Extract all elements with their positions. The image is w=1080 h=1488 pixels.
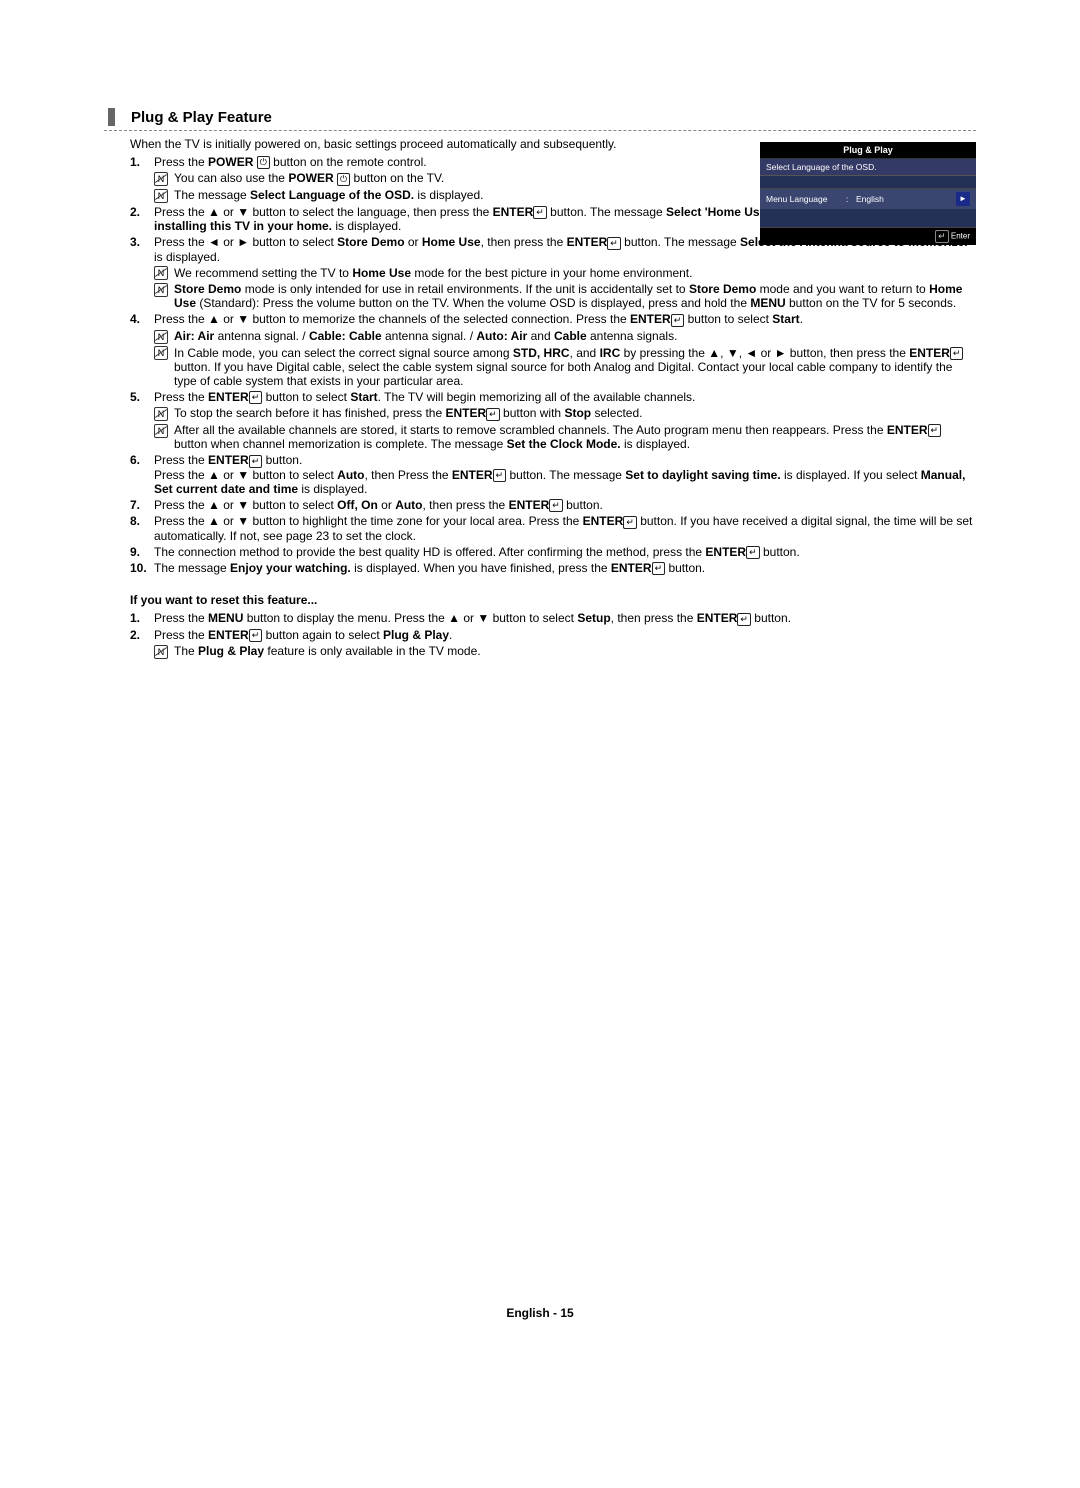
enter-icon: ↵ xyxy=(533,206,547,219)
enter-icon: ↵ xyxy=(737,613,751,626)
note-icon: N xyxy=(154,189,168,203)
enter-icon: ↵ xyxy=(486,408,500,421)
power-icon: ⏻ xyxy=(337,173,350,186)
step-8: 8. Press the ▲ or ▼ button to highlight … xyxy=(130,514,976,542)
step-6: 6. Press the ENTER↵ button. Press the ▲ … xyxy=(130,453,976,496)
enter-icon: ↵ xyxy=(950,347,964,360)
enter-icon: ↵ xyxy=(935,230,949,243)
note-icon: N xyxy=(154,407,168,421)
enter-icon: ↵ xyxy=(549,499,563,512)
step-10: 10. The message Enjoy your watching. is … xyxy=(130,561,976,575)
osd-title: Plug & Play xyxy=(760,142,976,159)
note-icon: N xyxy=(154,330,168,344)
enter-icon: ↵ xyxy=(493,469,507,482)
step-5: 5. Press the ENTER↵ button to select Sta… xyxy=(130,390,976,451)
enter-icon: ↵ xyxy=(607,237,621,250)
step-4: 4. Press the ▲ or ▼ button to memorize t… xyxy=(130,312,976,387)
enter-icon: ↵ xyxy=(671,314,685,327)
power-icon: ⏻ xyxy=(257,156,270,169)
enter-icon: ↵ xyxy=(623,516,637,529)
note-icon: N xyxy=(154,424,168,438)
section-divider xyxy=(104,130,976,131)
osd-menu-row: Menu Language : English ► xyxy=(760,189,976,209)
enter-icon: ↵ xyxy=(652,562,666,575)
enter-icon: ↵ xyxy=(928,424,942,437)
step-7: 7. Press the ▲ or ▼ button to select Off… xyxy=(130,498,976,512)
note-icon: N xyxy=(154,172,168,186)
intro-text: When the TV is initially powered on, bas… xyxy=(130,137,830,151)
reset-heading: If you want to reset this feature... xyxy=(130,593,976,607)
note-icon: N xyxy=(154,346,168,360)
step-2: 2. Press the ▲ or ▼ button to select the… xyxy=(130,205,830,233)
osd-preview: Plug & Play Select Language of the OSD. … xyxy=(760,142,976,245)
note-icon: N xyxy=(154,283,168,297)
reset-step-1: 1. Press the MENU button to display the … xyxy=(130,611,976,625)
step-9: 9. The connection method to provide the … xyxy=(130,545,976,559)
note-icon: N xyxy=(154,645,168,659)
enter-icon: ↵ xyxy=(746,546,760,559)
osd-subtitle: Select Language of the OSD. xyxy=(760,159,976,176)
reset-step-2: 2. Press the ENTER↵ button again to sele… xyxy=(130,628,976,659)
section-title: Plug & Play Feature xyxy=(131,109,272,126)
step-3: 3. Press the ◄ or ► button to select Sto… xyxy=(130,235,976,310)
osd-footer: ↵ ↵ Enter Enter xyxy=(760,228,976,245)
note-icon: N xyxy=(154,266,168,280)
enter-icon: ↵ xyxy=(249,391,263,404)
step-1: 1. Press the POWER ⏻ button on the remot… xyxy=(130,155,830,203)
reset-list: 1. Press the MENU button to display the … xyxy=(130,611,976,658)
enter-icon: ↵ xyxy=(249,629,263,642)
osd-arrow-icon: ► xyxy=(956,192,970,206)
enter-icon: ↵ xyxy=(249,455,263,468)
section-marker xyxy=(108,108,115,126)
page-footer: English - 15 xyxy=(0,1306,1080,1320)
